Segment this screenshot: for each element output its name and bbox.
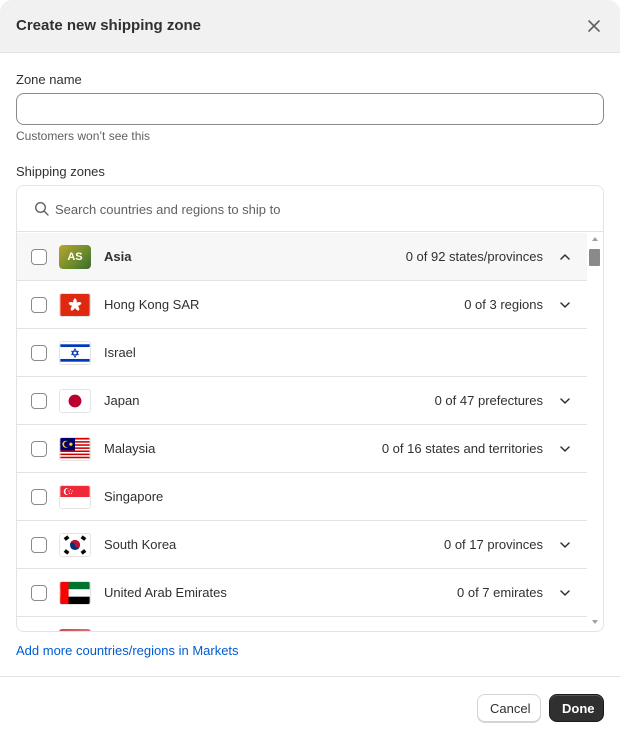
country-checkbox[interactable] <box>31 297 47 313</box>
country-row-partial[interactable] <box>17 617 587 631</box>
region-name: Asia <box>104 249 132 264</box>
shipping-zones-card: AS Asia 0 of 92 states/provinces <box>16 185 604 632</box>
search-input[interactable] <box>55 196 585 222</box>
chevron-down-icon[interactable] <box>557 537 573 553</box>
uae-flag-icon <box>59 581 91 605</box>
create-shipping-zone-modal: Create new shipping zone Zone name Custo… <box>0 0 620 737</box>
close-icon[interactable] <box>584 16 604 36</box>
country-name: Malaysia <box>104 441 156 456</box>
modal-footer: Cancel Done <box>0 676 620 737</box>
scroll-down-arrow-icon[interactable] <box>592 620 598 624</box>
region-checkbox[interactable] <box>31 249 47 265</box>
country-checkbox[interactable] <box>31 585 47 601</box>
country-list: AS Asia 0 of 92 states/provinces Hong Ko… <box>17 233 587 631</box>
zone-name-help-text: Customers won’t see this <box>16 129 151 143</box>
malaysia-flag-icon <box>59 437 91 461</box>
country-row[interactable]: Malaysia 0 of 16 states and territories <box>17 425 587 473</box>
country-count: 0 of 16 states and territories <box>381 441 543 456</box>
country-checkbox[interactable] <box>31 537 47 553</box>
chevron-down-icon[interactable] <box>557 585 573 601</box>
south-korea-flag-icon <box>59 533 91 557</box>
country-row[interactable]: United Arab Emirates 0 of 7 emirates <box>17 569 587 617</box>
country-count: 0 of 3 regions <box>464 297 543 312</box>
country-name: South Korea <box>104 537 177 552</box>
singapore-flag-icon <box>59 485 91 509</box>
modal-header: Create new shipping zone <box>0 0 620 53</box>
search-icon <box>34 201 49 216</box>
country-name: Japan <box>104 393 140 408</box>
search-bar <box>17 186 603 232</box>
chevron-down-icon[interactable] <box>557 393 573 409</box>
scrollbar-thumb[interactable] <box>589 249 600 266</box>
chevron-down-icon[interactable] <box>557 441 573 457</box>
region-row-asia[interactable]: AS Asia 0 of 92 states/provinces <box>17 233 587 281</box>
scroll-up-arrow-icon[interactable] <box>592 237 598 241</box>
country-checkbox[interactable] <box>31 441 47 457</box>
country-name: Hong Kong SAR <box>104 297 200 312</box>
modal-title: Create new shipping zone <box>16 17 202 34</box>
israel-flag-icon <box>59 341 91 365</box>
country-name: Singapore <box>104 489 164 504</box>
chevron-down-icon[interactable] <box>557 297 573 313</box>
country-row[interactable]: South Korea 0 of 17 provinces <box>17 521 587 569</box>
country-name: United Arab Emirates <box>104 585 227 600</box>
country-count: 0 of 17 provinces <box>443 537 543 552</box>
country-checkbox[interactable] <box>31 345 47 361</box>
country-row[interactable]: Japan 0 of 47 prefectures <box>17 377 587 425</box>
country-count: 0 of 47 prefectures <box>434 393 543 408</box>
done-button[interactable]: Done <box>549 694 604 722</box>
country-row[interactable]: Singapore <box>17 473 587 521</box>
country-name: Israel <box>104 345 136 360</box>
zone-name-input[interactable] <box>16 93 604 125</box>
shipping-zones-label: Shipping zones <box>16 164 105 179</box>
country-row[interactable]: Hong Kong SAR 0 of 3 regions <box>17 281 587 329</box>
country-checkbox[interactable] <box>31 393 47 409</box>
flag-icon <box>59 629 91 631</box>
region-count: 0 of 92 states/provinces <box>405 249 543 264</box>
country-count: 0 of 7 emirates <box>457 585 543 600</box>
chevron-up-icon[interactable] <box>557 249 573 265</box>
country-checkbox[interactable] <box>31 489 47 505</box>
hong-kong-flag-icon <box>59 293 91 317</box>
japan-flag-icon <box>59 389 91 413</box>
region-badge: AS <box>59 245 91 269</box>
cancel-button[interactable]: Cancel <box>477 694 541 722</box>
add-markets-link[interactable]: Add more countries/regions in Markets <box>16 643 239 658</box>
list-scrollbar[interactable] <box>588 233 603 631</box>
country-row[interactable]: Israel <box>17 329 587 377</box>
zone-name-label: Zone name <box>16 72 82 87</box>
